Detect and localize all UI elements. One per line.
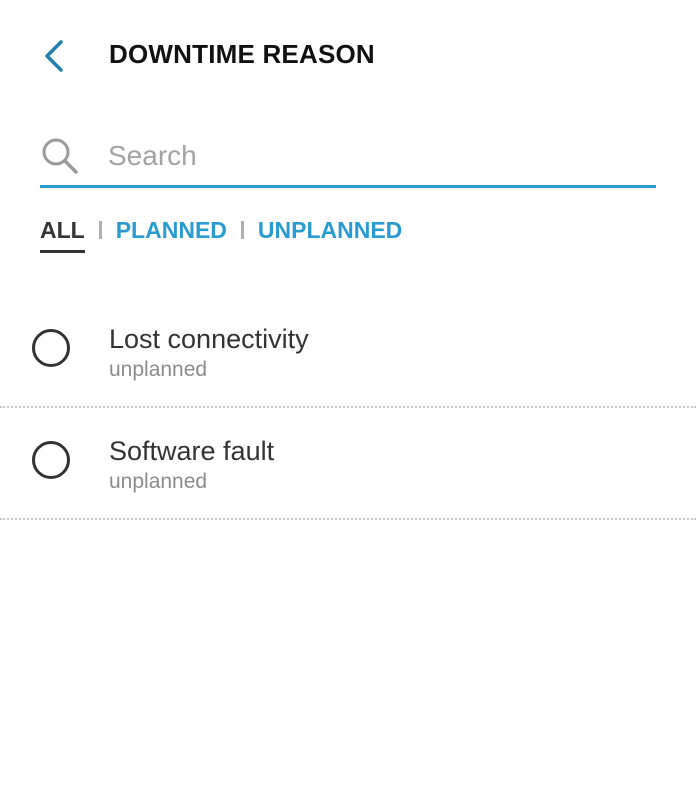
filter-tabs: ALL PLANNED UNPLANNED (40, 214, 402, 254)
back-button[interactable] (34, 34, 74, 78)
radio-button[interactable] (32, 441, 70, 479)
chevron-left-icon (45, 40, 63, 72)
list-item[interactable]: Lost connectivity unplanned (0, 296, 696, 408)
search-underline (40, 185, 656, 188)
reason-type: unplanned (109, 470, 208, 493)
search-icon (42, 138, 78, 174)
reason-type: unplanned (109, 358, 208, 381)
page-title: DOWNTIME REASON (109, 39, 375, 69)
list-item[interactable]: Software fault unplanned (0, 408, 696, 520)
reason-list: Lost connectivity unplanned Software fau… (0, 296, 696, 520)
filter-planned[interactable]: PLANNED (116, 214, 227, 250)
reason-title: Software fault (109, 436, 275, 466)
filter-unplanned[interactable]: UNPLANNED (258, 214, 402, 250)
filter-separator (240, 221, 244, 239)
reason-title: Lost connectivity (109, 324, 309, 354)
filter-separator (98, 221, 102, 239)
filter-all[interactable]: ALL (40, 214, 85, 253)
radio-button[interactable] (32, 329, 70, 367)
search-bar (40, 130, 656, 188)
search-input[interactable] (108, 136, 648, 176)
header: DOWNTIME REASON (0, 0, 696, 108)
